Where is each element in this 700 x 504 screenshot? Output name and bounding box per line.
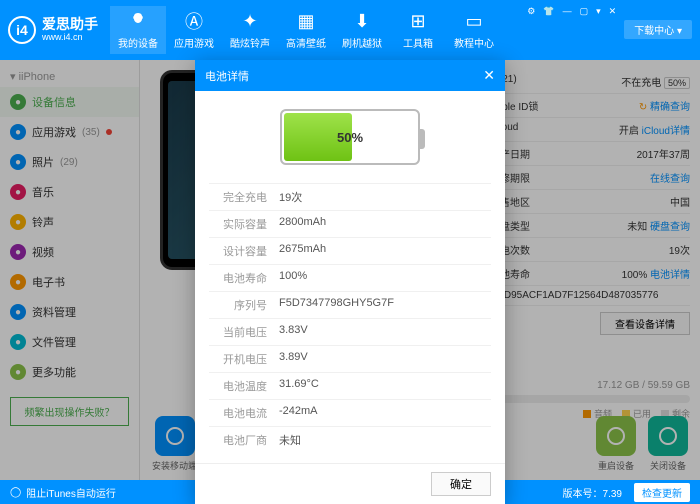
app-header: i4 爱思助手 www.i4.cn 我的设备Ⓐ应用游戏✦酷炫铃声▦高清壁纸⬇刷机… bbox=[0, 0, 700, 60]
battery-row: 完全充电19次 bbox=[209, 183, 491, 210]
modal-overlay: 电池详情 ✕ 50% 完全充电19次实际容量2800mAh设计容量2675mAh… bbox=[0, 60, 700, 480]
modal-close-icon[interactable]: ✕ bbox=[483, 67, 495, 84]
nav-应用游戏[interactable]: Ⓐ应用游戏 bbox=[166, 6, 222, 54]
radio-icon[interactable]: ◯ bbox=[10, 487, 21, 498]
battery-row: 电池温度31.69°C bbox=[209, 372, 491, 399]
nav-icon: ▭ bbox=[463, 10, 485, 32]
nav-icon bbox=[127, 10, 149, 32]
nav-刷机越狱[interactable]: ⬇刷机越狱 bbox=[334, 6, 390, 54]
maximize-icon[interactable]: ▢ bbox=[580, 6, 589, 39]
battery-modal: 电池详情 ✕ 50% 完全充电19次实际容量2800mAh设计容量2675mAh… bbox=[195, 60, 505, 504]
minimize-icon[interactable]: — bbox=[563, 6, 572, 39]
nav-酷炫铃声[interactable]: ✦酷炫铃声 bbox=[222, 6, 278, 54]
nav-工具箱[interactable]: ⊞工具箱 bbox=[390, 6, 446, 54]
app-url: www.i4.cn bbox=[42, 33, 98, 43]
nav-我的设备[interactable]: 我的设备 bbox=[110, 6, 166, 54]
app-title: 爱思助手 bbox=[42, 17, 98, 32]
battery-row: 电池寿命100% bbox=[209, 264, 491, 291]
nav-icon: ⊞ bbox=[407, 10, 429, 32]
download-center-button[interactable]: 下载中心 ▾ bbox=[624, 20, 692, 39]
ok-button[interactable]: 确定 bbox=[431, 472, 491, 496]
skin-icon[interactable]: 👕 bbox=[543, 6, 554, 39]
battery-row: 开机电压3.89V bbox=[209, 345, 491, 372]
nav-高清壁纸[interactable]: ▦高清壁纸 bbox=[278, 6, 334, 54]
nav-icon: ⬇ bbox=[351, 10, 373, 32]
check-update-button[interactable]: 检查更新 bbox=[634, 483, 690, 502]
nav-教程中心[interactable]: ▭教程中心 bbox=[446, 6, 502, 54]
close-icon[interactable]: ✕ bbox=[609, 6, 617, 39]
battery-row: 电池厂商未知 bbox=[209, 426, 491, 453]
battery-row: 设计容量2675mAh bbox=[209, 237, 491, 264]
settings-icon[interactable]: ⚙ bbox=[527, 6, 535, 39]
window-controls: ⚙ 👕 — ▢ ▾ ✕ bbox=[527, 6, 616, 39]
battery-row: 实际容量2800mAh bbox=[209, 210, 491, 237]
itunes-block-toggle[interactable]: 阻止iTunes自动运行 bbox=[26, 485, 116, 500]
battery-percent: 50% bbox=[282, 111, 418, 163]
nav-icon: ✦ bbox=[239, 10, 261, 32]
app-logo: i4 爱思助手 www.i4.cn bbox=[8, 16, 98, 44]
battery-row: 电池电流-242mA bbox=[209, 399, 491, 426]
nav-icon: Ⓐ bbox=[183, 10, 205, 32]
battery-graphic: 50% bbox=[280, 109, 420, 165]
top-nav: 我的设备Ⓐ应用游戏✦酷炫铃声▦高清壁纸⬇刷机越狱⊞工具箱▭教程中心 bbox=[110, 6, 502, 54]
logo-icon: i4 bbox=[8, 16, 36, 44]
nav-icon: ▦ bbox=[295, 10, 317, 32]
notify-icon[interactable]: ▾ bbox=[596, 6, 601, 39]
modal-title: 电池详情 bbox=[205, 68, 249, 84]
battery-row: 序列号F5D7347798GHY5G7F bbox=[209, 291, 491, 318]
battery-row: 当前电压3.83V bbox=[209, 318, 491, 345]
